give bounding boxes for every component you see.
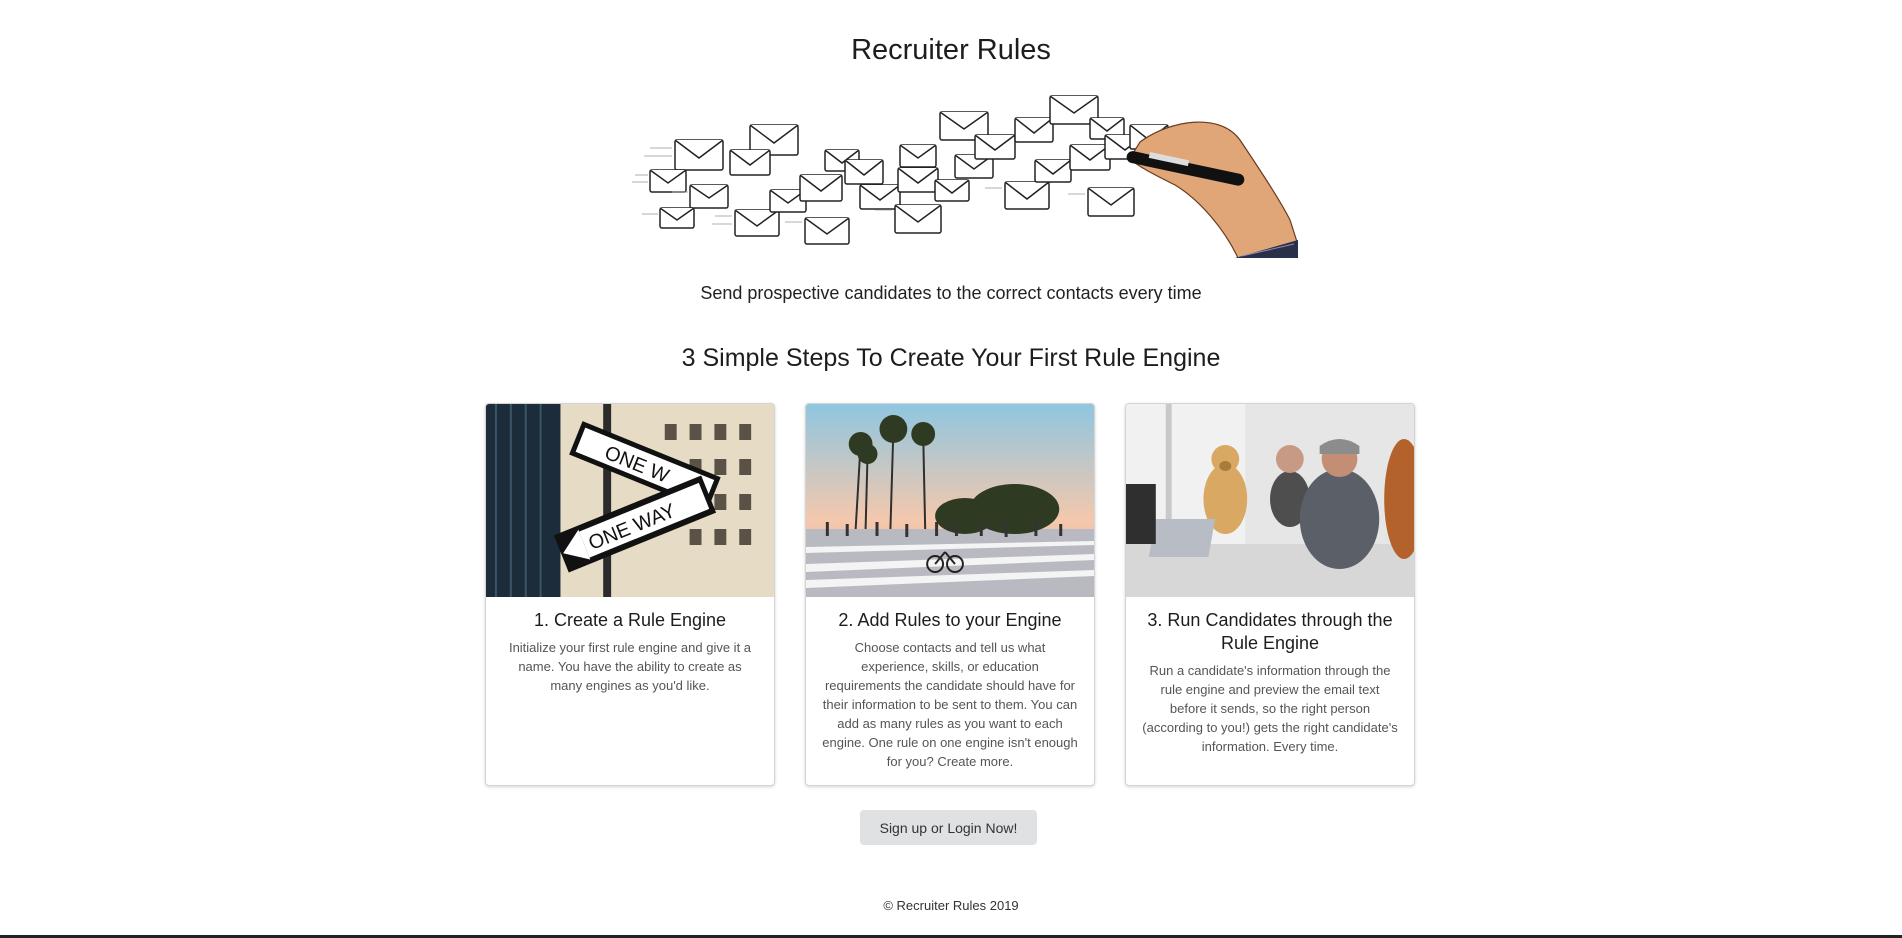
footer-copyright: © Recruiter Rules 2019 [883,898,1019,913]
envelope-icon [894,204,942,234]
hand-with-marker-icon [1126,121,1298,258]
step-card-3: 3. Run Candidates through the Rule Engin… [1125,403,1415,786]
envelope-icon [1034,159,1072,183]
card-title: 1. Create a Rule Engine [533,610,727,630]
envelope-icon [934,179,970,202]
envelope-icon [799,174,843,202]
envelope-icon [674,139,724,171]
tagline: Send prospective candidates to the corre… [700,283,1202,303]
envelope-icon [899,144,937,168]
envelope-icon [729,149,771,176]
envelope-icon [734,209,780,237]
envelope-icon [1069,144,1111,171]
envelope-icon [859,184,901,210]
card-description: Run a candidate's information through th… [1142,663,1398,754]
card-description: Choose contacts and tell us what experie… [822,640,1078,769]
envelope-icon [659,207,695,229]
envelope-icon [1087,187,1135,217]
step-card-2: 2. Add Rules to your Engine Choose conta… [805,403,1095,786]
office-meeting-image [1126,404,1414,597]
crosswalk-image [806,404,1094,597]
envelope-icon [804,217,850,245]
envelope-icon [649,169,687,193]
envelope-icon [689,184,729,209]
envelope-icon [974,134,1016,160]
envelope-icon [1014,117,1054,143]
envelope-icon [1004,181,1050,210]
signup-login-button[interactable]: Sign up or Login Now! [860,810,1037,845]
card-title: 2. Add Rules to your Engine [838,610,1062,630]
envelope-icon [844,159,884,185]
page-title: Recruiter Rules [851,34,1051,66]
one-way-signs-image: ONE W ONE WAY [486,404,774,597]
card-description: Initialize your first rule engine and gi… [508,640,752,693]
hero-illustration [632,95,1298,258]
step-card-1: ONE W ONE WAY 1. Create a Rule Engine In… [485,403,775,786]
envelope-icon [897,167,939,193]
card-title: 3. Run Candidates through the Rule Engin… [1147,610,1393,653]
steps-heading: 3 Simple Steps To Create Your First Rule… [681,344,1221,372]
